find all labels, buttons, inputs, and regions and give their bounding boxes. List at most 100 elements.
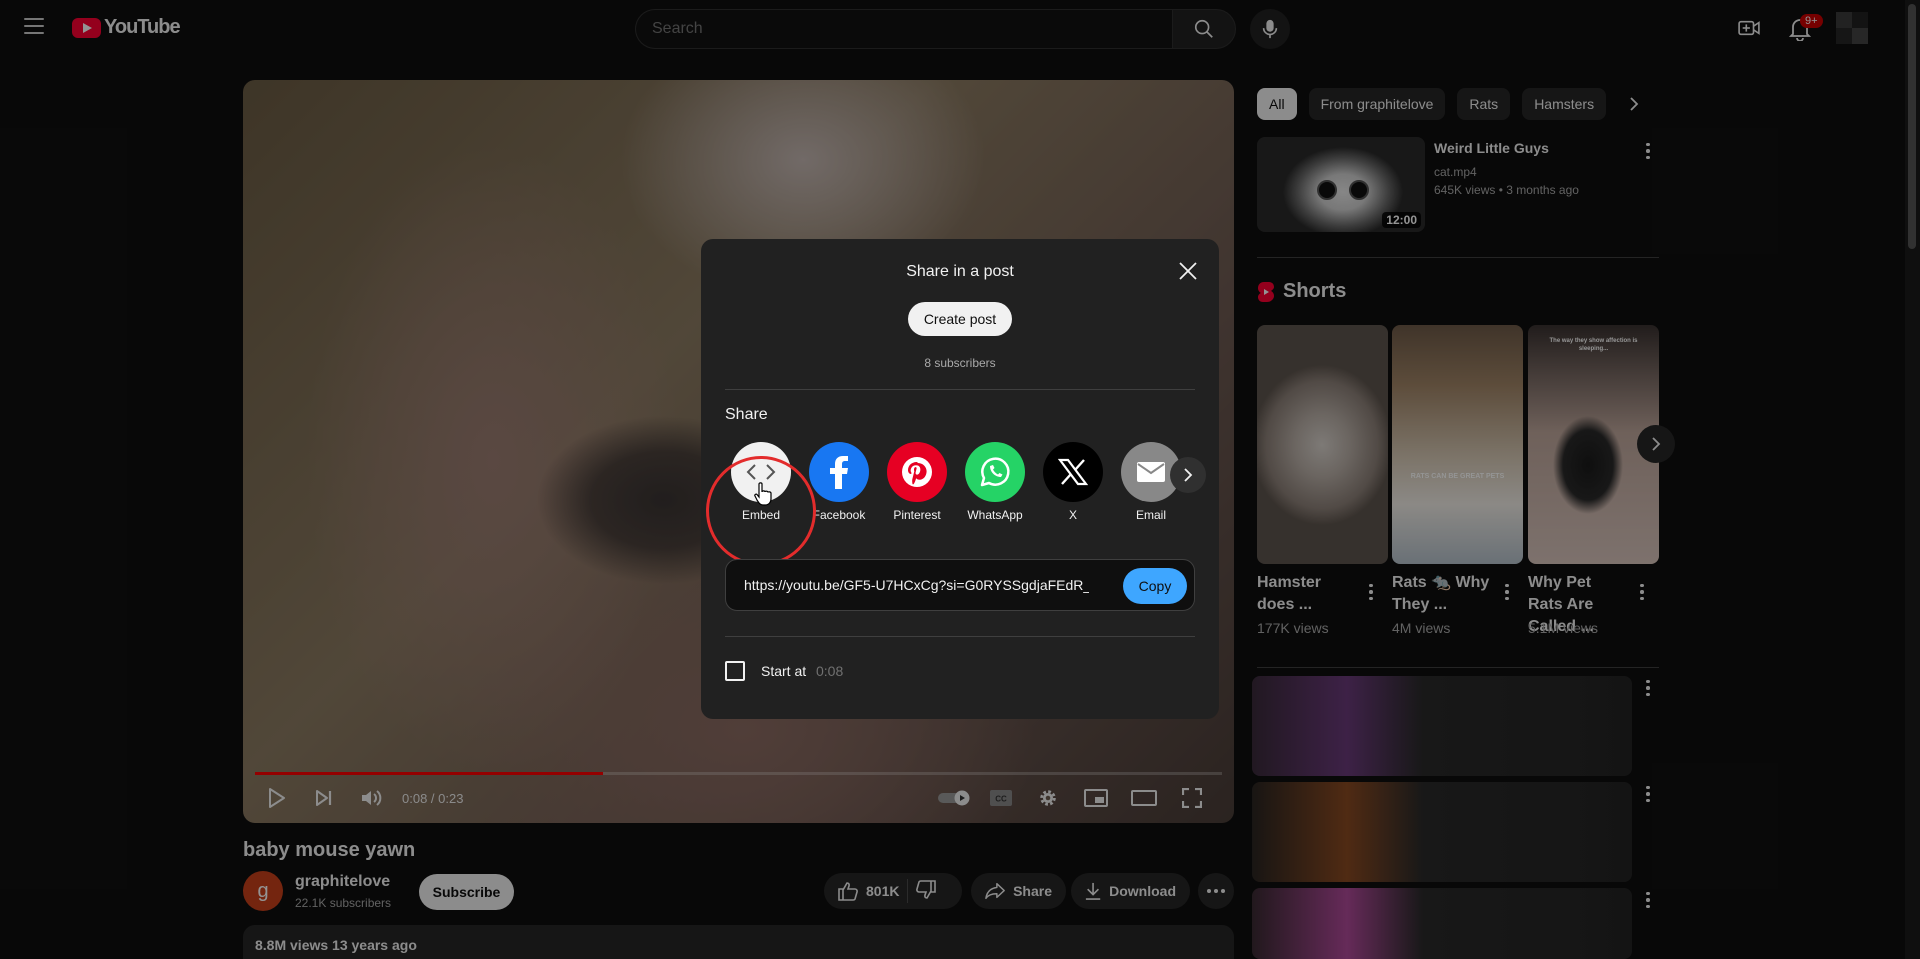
theater-icon (1131, 790, 1157, 806)
short-more-button[interactable] (1630, 580, 1654, 604)
divider (1257, 257, 1659, 258)
thumbnail-detail (1317, 180, 1337, 200)
search-button[interactable] (1172, 9, 1236, 49)
dislike-button[interactable] (916, 879, 937, 903)
chip-rats[interactable]: Rats (1457, 88, 1511, 120)
recommended-thumbnail[interactable]: 12:00 (1257, 137, 1425, 232)
like-button[interactable]: 801K (838, 881, 899, 901)
download-button[interactable]: Download (1071, 873, 1190, 909)
share-whatsapp[interactable]: WhatsApp (960, 442, 1030, 522)
video-more-button[interactable] (1636, 888, 1660, 912)
thumbs-up-icon (838, 882, 858, 901)
short-title[interactable]: Hamster does ... (1257, 572, 1357, 616)
logo-text: YouTube (104, 16, 181, 38)
share-url-text[interactable]: https://youtu.be/GF5-U7HCxCg?si=G0RYSSgd… (744, 577, 1089, 593)
short-thumbnail[interactable]: RATS CAN BE GREAT PETS (1392, 325, 1523, 564)
recommended-more-button[interactable] (1636, 139, 1660, 163)
share-x[interactable]: X (1038, 442, 1108, 522)
description-meta: 8.8M views 13 years ago (255, 937, 417, 953)
progress-bar[interactable] (255, 772, 1222, 775)
download-label: Download (1109, 883, 1176, 899)
filter-chips: All From graphitelove Rats Hamsters (1257, 88, 1607, 120)
create-post-button[interactable]: Create post (908, 302, 1012, 336)
short-title[interactable]: Rats 🐀 Why They ... (1392, 572, 1492, 616)
share-heading: Share (725, 406, 768, 423)
play-button[interactable] (261, 782, 293, 814)
video-more-button[interactable] (1636, 676, 1660, 700)
chips-next-button[interactable] (1622, 92, 1646, 116)
loading-video-card[interactable] (1252, 676, 1632, 776)
youtube-logo-icon (72, 17, 101, 38)
channel-avatar[interactable]: g (243, 871, 283, 911)
chip-all[interactable]: All (1257, 88, 1297, 120)
pinterest-icon (887, 442, 947, 502)
search-box[interactable] (635, 9, 1172, 49)
search-icon (1194, 19, 1213, 38)
loading-video-card[interactable] (1252, 888, 1632, 959)
next-button[interactable] (308, 782, 340, 814)
channel-name[interactable]: graphitelove (295, 873, 390, 891)
recommended-channel[interactable]: cat.mp4 (1434, 165, 1477, 179)
share-target-label: Email (1135, 508, 1166, 522)
theater-mode-button[interactable] (1128, 782, 1160, 814)
more-horizontal-icon (1207, 889, 1225, 893)
shorts-next-button[interactable] (1637, 425, 1675, 463)
account-avatar[interactable] (1836, 12, 1868, 44)
gear-icon (1040, 790, 1056, 806)
loading-video-card[interactable] (1252, 782, 1632, 882)
recommended-meta: 645K views • 3 months ago (1434, 183, 1579, 197)
youtube-logo[interactable]: YouTube (72, 16, 181, 39)
close-button[interactable] (1176, 259, 1200, 283)
scrollbar-thumb[interactable] (1908, 4, 1916, 249)
autoplay-toggle[interactable] (935, 782, 975, 814)
time-display: 0:08 / 0:23 (402, 791, 464, 806)
short-views: 5.1M views (1528, 620, 1599, 636)
captions-button[interactable]: CC (985, 782, 1017, 814)
shorts-heading-text: Shorts (1283, 280, 1347, 302)
video-more-button[interactable] (1636, 782, 1660, 806)
whatsapp-icon (965, 442, 1025, 502)
volume-icon (362, 790, 382, 806)
recommended-title[interactable]: Weird Little Guys (1434, 140, 1549, 156)
chevron-right-icon (1652, 437, 1661, 451)
short-overlay-text: RATS CAN BE GREAT PETS (1410, 473, 1505, 480)
shorts-icon (1258, 281, 1274, 302)
short-more-button[interactable] (1359, 580, 1383, 604)
autoplay-icon (938, 790, 970, 806)
share-pinterest[interactable]: Pinterest (882, 442, 952, 522)
share-arrow-icon (985, 882, 1005, 900)
search-input[interactable] (652, 20, 1156, 38)
create-button[interactable] (1736, 15, 1762, 41)
short-more-button[interactable] (1495, 580, 1519, 604)
download-icon (1085, 882, 1101, 900)
menu-icon[interactable] (24, 18, 44, 34)
embed-highlight-ring (706, 456, 816, 566)
x-icon (1043, 442, 1103, 502)
copy-button[interactable]: Copy (1123, 568, 1187, 604)
start-at-time[interactable]: 0:08 (816, 663, 843, 679)
thumbnail-detail (1349, 180, 1369, 200)
fullscreen-button[interactable] (1176, 782, 1208, 814)
chip-from-channel[interactable]: From graphitelove (1308, 88, 1446, 120)
volume-button[interactable] (355, 782, 387, 814)
video-title: baby mouse yawn (243, 839, 416, 861)
settings-button[interactable] (1032, 782, 1064, 814)
description-box[interactable]: 8.8M views 13 years ago (243, 925, 1234, 959)
notification-badge: 9+ (1800, 14, 1823, 28)
short-thumbnail[interactable] (1257, 325, 1388, 564)
share-scroll-next-button[interactable] (1170, 457, 1206, 493)
subscribers-note: 8 subscribers (924, 356, 996, 370)
divider (907, 879, 909, 903)
share-button[interactable]: Share (971, 873, 1066, 909)
share-target-label: Pinterest (893, 508, 941, 522)
start-at-checkbox[interactable] (725, 661, 745, 681)
divider (725, 389, 1195, 390)
subscribe-button[interactable]: Subscribe (419, 874, 514, 910)
captions-icon: CC (990, 790, 1012, 806)
chip-hamsters[interactable]: Hamsters (1522, 88, 1607, 120)
voice-search-button[interactable] (1250, 9, 1290, 49)
miniplayer-button[interactable] (1080, 782, 1112, 814)
play-icon (269, 788, 285, 808)
more-actions-button[interactable] (1198, 873, 1234, 909)
close-icon (1179, 262, 1197, 280)
